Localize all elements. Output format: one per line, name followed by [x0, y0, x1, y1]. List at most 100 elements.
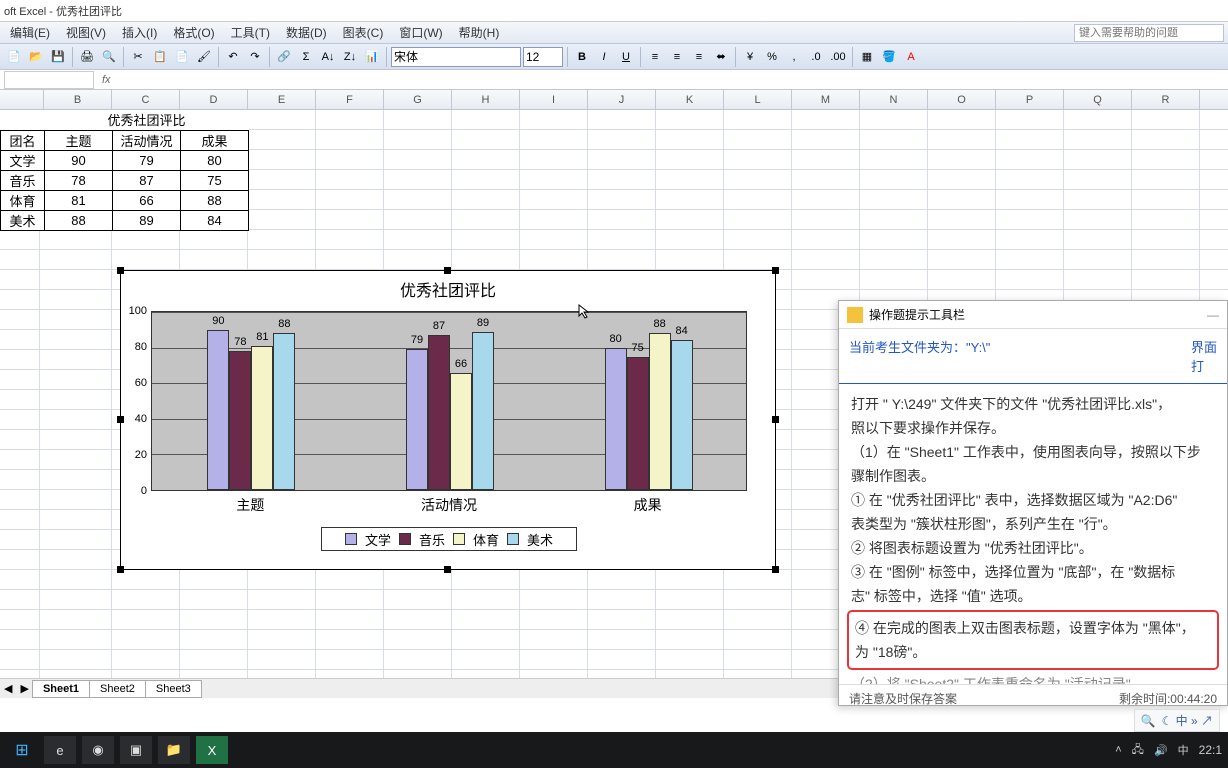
excel-icon[interactable]: X	[196, 736, 228, 764]
col-header[interactable]: R	[1132, 90, 1200, 109]
resize-handle[interactable]	[772, 416, 779, 423]
format-painter-icon[interactable]: 🖌	[194, 47, 214, 67]
col-header[interactable]: K	[656, 90, 724, 109]
header-name[interactable]: 团名	[1, 130, 45, 150]
table-row[interactable]: 音乐788775	[1, 170, 249, 190]
align-center-icon[interactable]: ≡	[667, 47, 687, 67]
paste-icon[interactable]: 📄	[172, 47, 192, 67]
redo-icon[interactable]: ↷	[245, 47, 265, 67]
instruction-titlebar[interactable]: 操作题提示工具栏 —	[839, 301, 1227, 329]
table-title[interactable]: 优秀社团评比	[45, 110, 249, 130]
tray-clock[interactable]: 22:1	[1199, 743, 1222, 757]
tray-chevron-icon[interactable]: ˄	[1115, 744, 1121, 756]
bar[interactable]: 89	[472, 332, 494, 490]
chart-wizard-icon[interactable]: 📊	[362, 47, 382, 67]
align-left-icon[interactable]: ≡	[645, 47, 665, 67]
font-name-select[interactable]	[391, 47, 521, 67]
folder-icon[interactable]: 📁	[158, 736, 190, 764]
sort-asc-icon[interactable]: A↓	[318, 47, 338, 67]
table-row[interactable]: 文学907980	[1, 150, 249, 170]
sort-desc-icon[interactable]: Z↓	[340, 47, 360, 67]
edge-icon[interactable]: e	[44, 736, 76, 764]
col-header[interactable]: D	[180, 90, 248, 109]
cut-icon[interactable]: ✂	[128, 47, 148, 67]
menu-window[interactable]: 窗口(W)	[393, 22, 448, 43]
font-size-select[interactable]	[523, 47, 563, 67]
resize-handle[interactable]	[772, 267, 779, 274]
col-header[interactable]: N	[860, 90, 928, 109]
fx-icon[interactable]: fx	[94, 74, 119, 86]
font-color-icon[interactable]: A	[901, 47, 921, 67]
save-icon[interactable]: 💾	[48, 47, 68, 67]
hyperlink-icon[interactable]: 🔗	[274, 47, 294, 67]
bar[interactable]: 78	[229, 351, 251, 490]
merge-icon[interactable]: ⬌	[711, 47, 731, 67]
undo-icon[interactable]: ↶	[223, 47, 243, 67]
underline-button[interactable]: U	[616, 47, 636, 67]
col-header[interactable]: G	[384, 90, 452, 109]
bar[interactable]: 84	[671, 340, 693, 490]
col-header[interactable]: L	[724, 90, 792, 109]
col-header[interactable]: Q	[1064, 90, 1132, 109]
plot-area[interactable]: 907881887987668980758884	[151, 311, 747, 491]
embedded-chart[interactable]: 优秀社团评比 0 20 40 60 80 100 907881887987668…	[120, 270, 776, 570]
new-icon[interactable]: 📄	[4, 47, 24, 67]
resize-handle[interactable]	[772, 566, 779, 573]
minimize-icon[interactable]: —	[1207, 308, 1219, 322]
col-header[interactable]: E	[248, 90, 316, 109]
autosum-icon[interactable]: Σ	[296, 47, 316, 67]
header-activity[interactable]: 活动情况	[113, 130, 181, 150]
dec-decimal-icon[interactable]: .00	[828, 47, 848, 67]
chrome-icon[interactable]: ◉	[82, 736, 114, 764]
col-header[interactable]: F	[316, 90, 384, 109]
resize-handle[interactable]	[117, 566, 124, 573]
bar[interactable]: 90	[207, 330, 229, 490]
tab-sheet3[interactable]: Sheet3	[145, 680, 202, 698]
open-icon[interactable]: 📂	[26, 47, 46, 67]
menu-data[interactable]: 数据(D)	[280, 22, 333, 43]
bar[interactable]: 81	[251, 346, 273, 490]
chart-legend[interactable]: 文学 音乐 体育 美术	[321, 527, 577, 551]
menu-chart[interactable]: 图表(C)	[337, 22, 390, 43]
bold-button[interactable]: B	[572, 47, 592, 67]
menu-insert[interactable]: 插入(I)	[116, 22, 163, 43]
header-theme[interactable]: 主题	[45, 130, 113, 150]
bar[interactable]: 75	[627, 357, 649, 491]
col-header[interactable]: M	[792, 90, 860, 109]
tab-sheet1[interactable]: Sheet1	[32, 680, 90, 698]
col-header[interactable]: I	[520, 90, 588, 109]
percent-icon[interactable]: %	[762, 47, 782, 67]
app-icon[interactable]: ▣	[120, 736, 152, 764]
preview-icon[interactable]: 🔍	[99, 47, 119, 67]
menu-help[interactable]: 帮助(H)	[453, 22, 506, 43]
header-result[interactable]: 成果	[181, 130, 249, 150]
col-header[interactable]: J	[588, 90, 656, 109]
col-header[interactable]: O	[928, 90, 996, 109]
inc-decimal-icon[interactable]: .0	[806, 47, 826, 67]
bar[interactable]: 88	[649, 333, 671, 490]
tab-sheet2[interactable]: Sheet2	[89, 680, 146, 698]
borders-icon[interactable]: ▦	[857, 47, 877, 67]
align-right-icon[interactable]: ≡	[689, 47, 709, 67]
resize-handle[interactable]	[444, 267, 451, 274]
copy-icon[interactable]: 📋	[150, 47, 170, 67]
col-header[interactable]: C	[112, 90, 180, 109]
resize-handle[interactable]	[444, 566, 451, 573]
chart-title[interactable]: 优秀社团评比	[121, 271, 775, 301]
instruction-panel[interactable]: 操作题提示工具栏 — 当前考生文件夹为："Y:\"界面打 打开 " Y:\249…	[838, 300, 1228, 706]
menu-tools[interactable]: 工具(T)	[225, 22, 276, 43]
col-header[interactable]: H	[452, 90, 520, 109]
table-row[interactable]: 体育816688	[1, 190, 249, 210]
table-row[interactable]: 美术888984	[1, 210, 249, 230]
bar[interactable]: 87	[428, 335, 450, 490]
currency-icon[interactable]: ¥	[740, 47, 760, 67]
col-header[interactable]: B	[44, 90, 112, 109]
fill-color-icon[interactable]: 🪣	[879, 47, 899, 67]
data-table[interactable]: 优秀社团评比 团名 主题 活动情况 成果 文学907980 音乐788775 体…	[0, 110, 249, 231]
comma-icon[interactable]: ,	[784, 47, 804, 67]
tray-network-icon[interactable]: 🖧	[1132, 741, 1144, 760]
italic-button[interactable]: I	[594, 47, 614, 67]
tray-volume-icon[interactable]: 🔊	[1154, 744, 1168, 757]
bar[interactable]: 66	[450, 373, 472, 490]
start-button[interactable]: ⊞	[6, 736, 38, 764]
